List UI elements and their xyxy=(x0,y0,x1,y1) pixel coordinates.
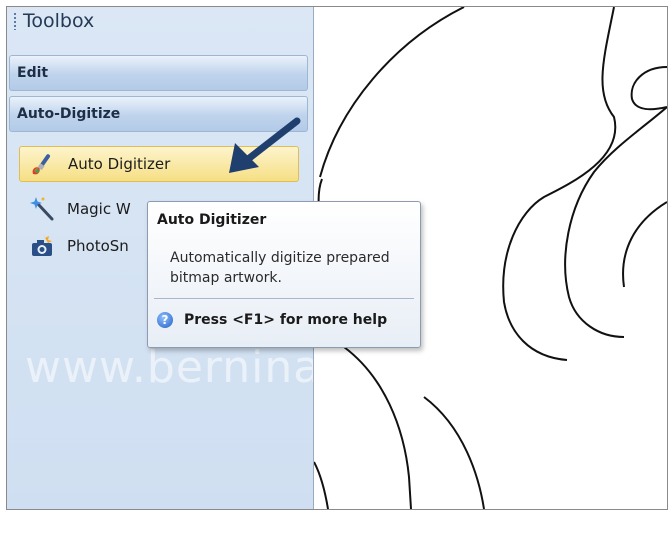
tooltip-divider xyxy=(154,298,414,299)
tool-label: Magic W xyxy=(67,200,131,218)
toolbox-header: Toolbox xyxy=(7,7,313,35)
help-icon: ? xyxy=(157,312,173,328)
panel-grip-icon[interactable] xyxy=(14,12,16,30)
artwork-outline xyxy=(630,66,667,111)
tool-label: PhotoSn xyxy=(67,237,129,255)
artwork-outline xyxy=(564,106,667,338)
artwork-outline xyxy=(423,396,485,509)
artwork-outline xyxy=(343,346,412,509)
artwork-outline xyxy=(314,461,329,509)
paintbrush-icon xyxy=(28,150,60,178)
pointer-arrow-icon xyxy=(229,117,301,173)
camera-icon xyxy=(27,232,59,260)
artwork-outline xyxy=(622,201,667,288)
section-edit[interactable]: Edit xyxy=(9,55,308,91)
tool-label: Auto Digitizer xyxy=(68,155,171,173)
artwork-outline xyxy=(319,7,465,178)
watermark-text: www.bernina xyxy=(25,342,314,393)
magic-wand-icon xyxy=(27,195,59,223)
app-frame: Toolbox Edit Auto-Digitize Auto Digitize… xyxy=(6,6,668,510)
artwork-outline xyxy=(502,7,617,361)
tooltip: Auto Digitizer Automatically digitize pr… xyxy=(147,201,421,348)
toolbox-title: Toolbox xyxy=(23,10,95,32)
tooltip-description: Automatically digitize prepared bitmap a… xyxy=(170,250,390,286)
tooltip-help-text: Press <F1> for more help xyxy=(184,312,388,328)
tooltip-help: ? Press <F1> for more help xyxy=(157,312,387,328)
tooltip-title: Auto Digitizer xyxy=(157,212,267,228)
